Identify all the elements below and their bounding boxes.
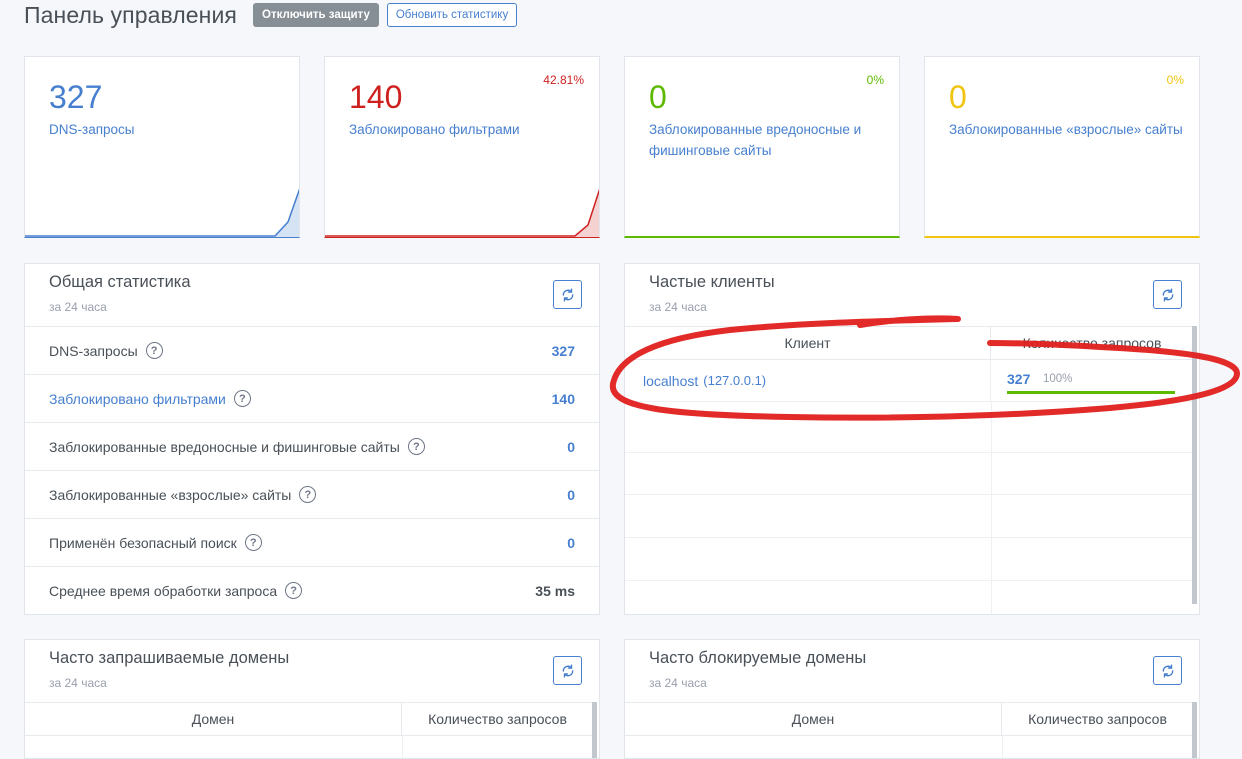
table-header: Домен Количество запросов xyxy=(25,702,593,736)
row-label: Заблокировано фильтрами xyxy=(49,390,226,407)
panel-title: Часто блокируемые домены xyxy=(649,649,867,667)
row-label: Применён безопасный поиск xyxy=(49,534,237,551)
client-percent: 100% xyxy=(1043,373,1073,385)
general-statistics-panel: Общая статистика за 24 часа DNS-запросы?… xyxy=(24,263,600,615)
question-circle-icon[interactable]: ? xyxy=(244,534,262,551)
question-circle-icon[interactable]: ? xyxy=(407,438,425,455)
client-share-track xyxy=(1007,391,1175,394)
card-percent: 0% xyxy=(866,73,884,87)
row-value: 327 xyxy=(551,342,575,359)
column-header-domain[interactable]: Домен xyxy=(625,703,1002,735)
card-value: 0 xyxy=(649,79,667,115)
row-label: Заблокированные вредоносные и фишинговые… xyxy=(49,438,400,455)
card-label: Заблокированные «взрослые» сайты xyxy=(949,122,1183,137)
client-name-link[interactable]: localhost xyxy=(643,373,698,389)
column-header-count[interactable]: Количество запросов xyxy=(1002,703,1193,735)
panel-title: Часто запрашиваемые домены xyxy=(49,649,290,667)
refresh-icon xyxy=(1162,287,1173,302)
card-value: 0 xyxy=(949,79,967,115)
page-title: Панель управления xyxy=(24,1,237,28)
row-label: Среднее время обработки запроса xyxy=(49,582,278,599)
top-blocked-domains-panel: Часто блокируемые домены за 24 часа Доме… xyxy=(624,639,1200,759)
column-header-client[interactable]: Клиент xyxy=(625,327,991,359)
refresh-button[interactable] xyxy=(553,280,582,309)
column-header-count[interactable]: Количество запросов xyxy=(991,327,1193,359)
stat-row-avg-time: Среднее время обработки запроса? 35 ms xyxy=(25,566,599,614)
refresh-icon xyxy=(562,287,573,302)
panel-subtitle: за 24 часа xyxy=(649,300,707,314)
client-count: 327 xyxy=(1007,371,1031,387)
top-queried-domains-panel: Часто запрашиваемые домены за 24 часа До… xyxy=(24,639,600,759)
client-ip: (127.0.0.1) xyxy=(703,373,767,388)
card-percent: 42.81% xyxy=(543,73,584,87)
card-label: DNS-запросы xyxy=(49,122,135,137)
refresh-button[interactable] xyxy=(1153,280,1182,309)
stat-row-safesearch: Применён безопасный поиск? 0 xyxy=(25,518,599,566)
table-scrollbar[interactable] xyxy=(1192,702,1197,758)
sparkline-dns xyxy=(25,188,299,237)
question-circle-icon[interactable]: ? xyxy=(233,390,251,407)
row-value: 0 xyxy=(567,534,575,551)
disable-protection-button[interactable]: Отключить защиту xyxy=(253,3,379,27)
column-header-count[interactable]: Количество запросов xyxy=(402,703,593,735)
panel-subtitle: за 24 часа xyxy=(49,676,107,690)
card-value: 140 xyxy=(349,79,403,115)
refresh-button[interactable] xyxy=(553,656,582,685)
row-value: 140 xyxy=(551,390,575,407)
refresh-statistics-button[interactable]: Обновить статистику xyxy=(386,3,518,27)
panel-subtitle: за 24 часа xyxy=(649,676,707,690)
question-circle-icon[interactable]: ? xyxy=(299,486,317,503)
stat-row-adult: Заблокированные «взрослые» сайты? 0 xyxy=(25,470,599,518)
page-header: Панель управления Отключить защиту Обнов… xyxy=(24,0,518,30)
column-header-domain[interactable]: Домен xyxy=(25,703,402,735)
row-label: Заблокированные «взрослые» сайты xyxy=(49,486,292,503)
stat-row-dns: DNS-запросы? 327 xyxy=(25,326,599,374)
row-value: 35 ms xyxy=(535,582,575,599)
card-blocked-filters: 140 Заблокировано фильтрами 42.81% xyxy=(324,56,600,238)
question-circle-icon[interactable]: ? xyxy=(145,342,163,359)
card-malware-phishing: 0 Заблокированные вредоносные и фишингов… xyxy=(624,56,900,238)
table-row: localhost (127.0.0.1) 327 100% xyxy=(625,360,1193,402)
panel-subtitle: за 24 часа xyxy=(49,300,107,314)
panel-title: Частые клиенты xyxy=(649,273,775,291)
empty-table-body xyxy=(625,402,1193,614)
sparkline-blocked xyxy=(325,188,599,237)
top-clients-panel: Частые клиенты за 24 часа Клиент Количес… xyxy=(624,263,1200,615)
card-adult-sites: 0 Заблокированные «взрослые» сайты 0% xyxy=(924,56,1200,238)
stat-row-malware: Заблокированные вредоносные и фишинговые… xyxy=(25,422,599,470)
panel-title: Общая статистика xyxy=(49,273,191,291)
table-header: Домен Количество запросов xyxy=(625,702,1193,736)
row-value: 0 xyxy=(567,486,575,503)
row-value: 0 xyxy=(567,438,575,455)
card-dns-queries: 327 DNS-запросы xyxy=(24,56,300,238)
stat-row-blocked-filters: Заблокировано фильтрами? 140 xyxy=(25,374,599,422)
card-value: 327 xyxy=(49,79,103,115)
question-circle-icon[interactable]: ? xyxy=(285,582,303,599)
card-label: Заблокировано фильтрами xyxy=(349,122,520,137)
card-label: Заблокированные вредоносные и фишинговые… xyxy=(649,122,862,158)
card-percent: 0% xyxy=(1166,73,1184,87)
refresh-icon xyxy=(1162,663,1173,678)
table-scrollbar[interactable] xyxy=(592,702,597,758)
refresh-button[interactable] xyxy=(1153,656,1182,685)
table-scrollbar[interactable] xyxy=(1192,326,1197,604)
refresh-icon xyxy=(562,663,573,678)
client-share-bar xyxy=(1007,391,1175,394)
row-label: DNS-запросы xyxy=(49,342,138,359)
table-header: Клиент Количество запросов xyxy=(625,326,1193,360)
